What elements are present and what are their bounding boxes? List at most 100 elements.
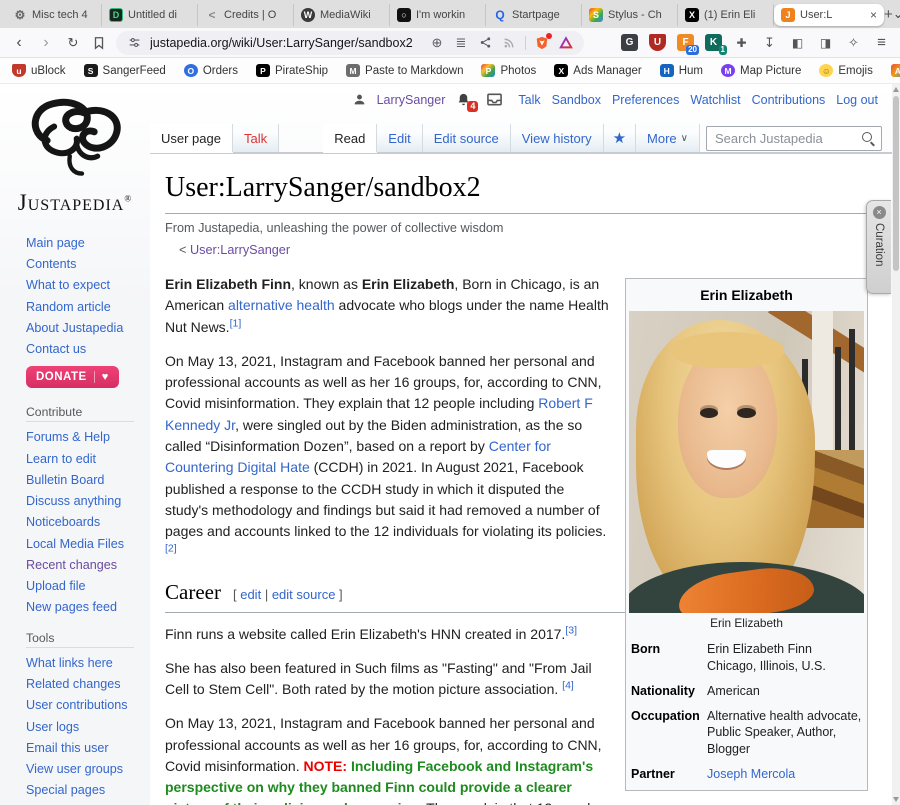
sidebar-link[interactable]: Learn to edit [26, 452, 96, 466]
sidebar-link[interactable]: About Justapedia [26, 321, 123, 335]
bookmark-item[interactable]: Paste to Markdown [346, 64, 463, 77]
browser-tab[interactable]: Startpage × [486, 4, 582, 26]
sidebar-link[interactable]: Email this user [26, 741, 109, 755]
bookmark-item[interactable]: Emojis [819, 64, 873, 77]
new-tab-button[interactable] [884, 6, 893, 23]
sidebar-link[interactable]: New pages feed [26, 600, 117, 614]
view-tab[interactable]: Edit source [423, 124, 511, 152]
back-button[interactable] [10, 35, 28, 51]
browser-tab[interactable]: Misc tech 4 × [6, 4, 102, 26]
sidebar-item[interactable]: About Justapedia [26, 321, 144, 337]
reload-button[interactable] [64, 35, 82, 51]
sidebar-item[interactable]: Local Media Files [26, 537, 144, 553]
bookmark-item[interactable]: Ads Manager [554, 64, 641, 77]
sidebar-item[interactable]: Email this user [26, 741, 144, 757]
sidebar-link[interactable]: Noticeboards [26, 515, 100, 529]
list-tabs-icon[interactable] [893, 6, 900, 22]
bookmark-item[interactable]: SangerFeed [84, 64, 166, 77]
personal-link[interactable]: Contributions [752, 93, 826, 107]
sidebar-link[interactable]: Random article [26, 300, 111, 314]
url-bar[interactable]: justapedia.org/wiki/User:LarrySanger/san… [116, 31, 584, 55]
sidebar-item[interactable]: New pages feed [26, 600, 144, 616]
parent-page-link[interactable]: User:LarrySanger [190, 243, 290, 257]
sidebar-item[interactable]: Forums & Help [26, 430, 144, 446]
sidebar-item[interactable]: User logs [26, 720, 144, 736]
browser-tab[interactable]: (1) Erin Eli × [678, 4, 774, 26]
app-menu-icon[interactable] [873, 34, 890, 51]
triangle-extension-icon[interactable] [558, 35, 574, 51]
edit-source-link[interactable]: edit source [272, 587, 336, 602]
sidebar-item[interactable]: Main page [26, 236, 144, 252]
tab-close-icon[interactable]: × [870, 8, 877, 22]
ublock-origin-icon[interactable] [649, 34, 666, 51]
sidebar-link[interactable]: Related changes [26, 677, 121, 691]
browser-tab[interactable]: User:L × [774, 4, 884, 26]
vault-extension-icon[interactable]: 1 [705, 34, 722, 51]
sidebar-item[interactable]: Bulletin Board [26, 473, 144, 489]
personal-link[interactable]: Talk [518, 93, 540, 107]
sidebar-item[interactable]: Discuss anything [26, 494, 144, 510]
ghostery-shield-icon[interactable] [621, 34, 638, 51]
personal-link[interactable]: Preferences [612, 93, 679, 107]
scroll-down-arrow[interactable] [893, 797, 899, 802]
sidebar-link[interactable]: Recent changes [26, 558, 117, 572]
sidebar-toggle-icon[interactable] [789, 34, 806, 51]
browser-tab[interactable]: Untitled di × [102, 4, 198, 26]
bookmark-item[interactable]: Map Picture [721, 64, 801, 77]
downloads-icon[interactable] [761, 34, 778, 51]
reference-link[interactable]: [1] [230, 317, 242, 329]
portrait-photo[interactable] [629, 311, 864, 613]
shield-blocker-icon[interactable] [534, 35, 550, 51]
sidebar-link[interactable]: Main page [26, 236, 85, 250]
sidebar-item[interactable]: What links here [26, 656, 144, 672]
more-dropdown[interactable]: More [636, 124, 700, 152]
scrollbar-thumb[interactable] [893, 96, 899, 271]
sidebar-item[interactable]: Related changes [26, 677, 144, 693]
extensions-puzzle-icon[interactable] [733, 34, 750, 51]
bookmark-flag-icon[interactable] [91, 35, 107, 51]
sidebar-item[interactable]: Noticeboards [26, 515, 144, 531]
curation-flyout-tab[interactable]: Curation [866, 200, 891, 294]
notifications-bell-icon[interactable]: 4 [456, 92, 471, 107]
reference-link[interactable]: [3] [565, 624, 577, 636]
wiki-logo[interactable]: Justapedia® [6, 88, 144, 214]
reading-list-icon[interactable] [817, 34, 834, 51]
sidebar-link[interactable]: User logs [26, 720, 79, 734]
sidebar-item[interactable]: View user groups [26, 762, 144, 778]
bookmark-item[interactable]: Hum [660, 64, 703, 77]
rss-icon[interactable] [501, 35, 517, 51]
wiki-link[interactable]: alternative health [228, 297, 335, 313]
view-tab[interactable]: View history [511, 124, 604, 152]
personal-link[interactable]: Watchlist [690, 93, 740, 107]
sidebar-link[interactable]: Contents [26, 257, 76, 271]
site-permissions-icon[interactable] [126, 35, 142, 51]
sidebar-link[interactable]: Local Media Files [26, 537, 124, 551]
notices-tray-icon[interactable] [486, 92, 503, 107]
zoom-page-icon[interactable] [429, 35, 445, 51]
sidebar-link[interactable]: Bulletin Board [26, 473, 104, 487]
sidebar-link[interactable]: What to expect [26, 278, 110, 292]
namespace-tab[interactable]: User page [150, 124, 233, 152]
sidebar-item[interactable]: Contact us [26, 342, 144, 358]
sidebar-link[interactable]: Forums & Help [26, 430, 110, 444]
sidebar-link[interactable]: View user groups [26, 762, 123, 776]
donate-button[interactable]: DONATE [26, 366, 119, 388]
close-icon[interactable] [873, 206, 886, 219]
feed-extension-icon[interactable]: 20 [677, 34, 694, 51]
scroll-up-arrow[interactable] [893, 87, 899, 92]
browser-tab[interactable]: MediaWiki × [294, 4, 390, 26]
url-text[interactable]: justapedia.org/wiki/User:LarrySanger/san… [150, 36, 421, 50]
bookmark-item[interactable]: AI Synology [891, 64, 900, 77]
sidebar-link[interactable]: Contact us [26, 342, 86, 356]
reader-mode-icon[interactable] [453, 35, 469, 51]
view-tab[interactable]: Read [323, 124, 377, 152]
search-icon[interactable] [862, 132, 875, 145]
personal-link[interactable]: Sandbox [552, 93, 601, 107]
sidebar-item[interactable]: User contributions [26, 698, 144, 714]
browser-tab[interactable]: I'm workin × [390, 4, 486, 26]
sidebar-link[interactable]: User contributions [26, 698, 128, 712]
personal-link[interactable]: Log out [836, 93, 878, 107]
sidebar-link[interactable]: Discuss anything [26, 494, 121, 508]
stylus-sparkle-icon[interactable] [845, 34, 862, 51]
sidebar-item[interactable]: Contents [26, 257, 144, 273]
